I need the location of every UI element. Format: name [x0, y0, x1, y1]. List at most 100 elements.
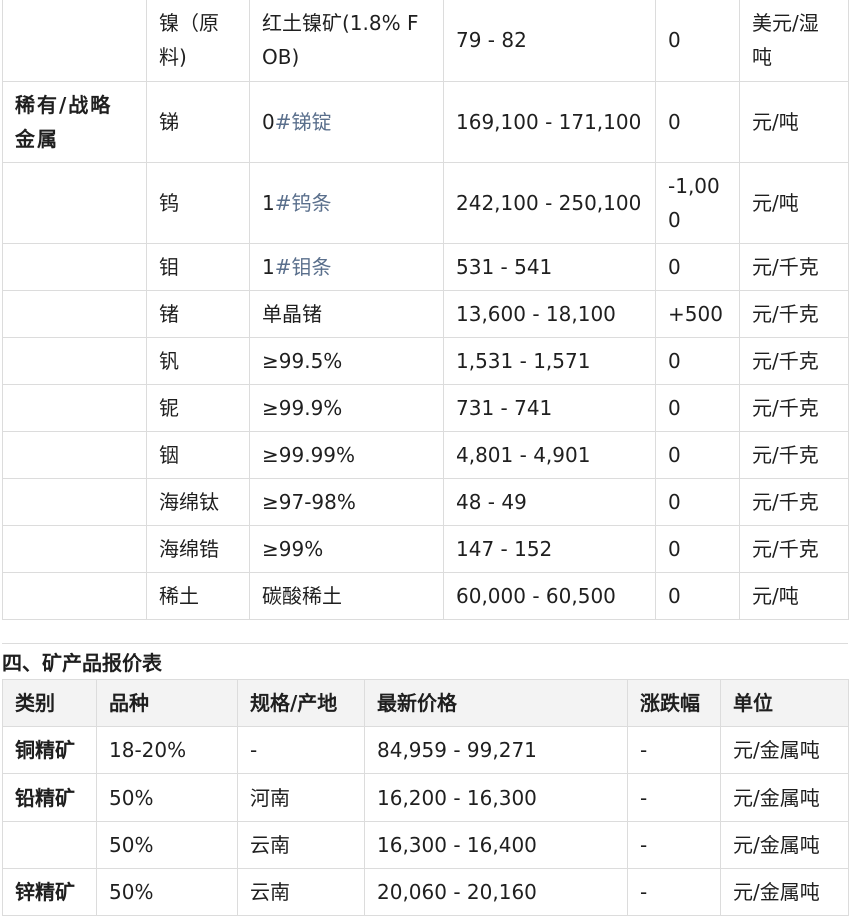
- change-cell: 0: [655, 81, 740, 163]
- grade-cell: 18-20%: [96, 726, 238, 774]
- spec-cell: 碳酸稀土: [249, 572, 444, 620]
- price-cell: 16,300 - 16,400: [364, 821, 628, 869]
- unit-cell: 元/金属吨: [720, 821, 849, 869]
- spec-cell: 0#锑锭: [249, 81, 444, 163]
- price-cell: 4,801 - 4,901: [443, 431, 656, 479]
- category-cell: [2, 821, 97, 869]
- grade-cell: 50%: [96, 868, 238, 916]
- unit-cell: 元/金属吨: [720, 868, 849, 916]
- unit-cell: 元/千克: [739, 290, 849, 338]
- category-cell: 铅精矿: [2, 773, 97, 822]
- metals-price-table: 镍（原料) 红土镍矿(1.8% FOB) 79 - 82 0 美元/湿吨 稀有/…: [2, 0, 849, 620]
- price-cell: 16,200 - 16,300: [364, 773, 628, 822]
- change-cell: 0: [655, 384, 740, 432]
- table-row: 铟 ≥99.99% 4,801 - 4,901 0 元/千克: [2, 431, 849, 479]
- unit-cell: 元/千克: [739, 431, 849, 479]
- spec-cell: ≥99.99%: [249, 431, 444, 479]
- price-cell: 20,060 - 20,160: [364, 868, 628, 916]
- category-cell: [2, 384, 147, 432]
- column-header: 涨跌幅: [627, 679, 721, 727]
- spec-cell: ≥99.5%: [249, 337, 444, 385]
- column-header: 最新价格: [364, 679, 628, 727]
- spec-link[interactable]: #钼条: [275, 255, 332, 279]
- change-cell: -: [627, 773, 721, 822]
- category-cell: [2, 478, 147, 526]
- category-cell: 铜精矿: [2, 726, 97, 774]
- spec-prefix: 0: [262, 110, 275, 134]
- table-row: 铜精矿 18-20% - 84,959 - 99,271 - 元/金属吨: [2, 726, 849, 774]
- metal-name-cell: 铌: [146, 384, 250, 432]
- table-row: 海绵钛 ≥97-98% 48 - 49 0 元/千克: [2, 478, 849, 526]
- unit-cell: 元/吨: [739, 572, 849, 620]
- spec-cell: 红土镍矿(1.8% FOB): [249, 0, 444, 82]
- metal-name-cell: 钨: [146, 162, 250, 244]
- spec-link[interactable]: #钨条: [275, 191, 332, 215]
- table-row: 锌精矿 50% 云南 20,060 - 20,160 - 元/金属吨: [2, 868, 849, 916]
- spec-cell: 1#钨条: [249, 162, 444, 244]
- column-header: 类别: [2, 679, 97, 727]
- table-row: 稀土 碳酸稀土 60,000 - 60,500 0 元/吨: [2, 572, 849, 620]
- grade-cell: 50%: [96, 821, 238, 869]
- spec-link[interactable]: #锑锭: [275, 110, 332, 134]
- metal-name-cell: 锑: [146, 81, 250, 163]
- origin-cell: 河南: [237, 773, 365, 822]
- spec-prefix: 1: [262, 191, 275, 215]
- table-row: 钼 1#钼条 531 - 541 0 元/千克: [2, 243, 849, 291]
- price-cell: 242,100 - 250,100: [443, 162, 656, 244]
- change-cell: -: [627, 868, 721, 916]
- change-cell: 0: [655, 525, 740, 573]
- change-cell: -: [627, 726, 721, 774]
- category-cell: 锌精矿: [2, 868, 97, 916]
- ore-price-table: 类别 品种 规格/产地 最新价格 涨跌幅 单位 铜精矿 18-20% - 84,…: [2, 679, 849, 916]
- price-cell: 60,000 - 60,500: [443, 572, 656, 620]
- price-cell: 84,959 - 99,271: [364, 726, 628, 774]
- price-cell: 13,600 - 18,100: [443, 290, 656, 338]
- table-row: 铌 ≥99.9% 731 - 741 0 元/千克: [2, 384, 849, 432]
- origin-cell: 云南: [237, 868, 365, 916]
- table-row: 稀有/战略金属 锑 0#锑锭 169,100 - 171,100 0 元/吨: [2, 81, 849, 163]
- category-cell: 稀有/战略金属: [2, 81, 147, 163]
- category-cell: [2, 162, 147, 244]
- price-cell: 731 - 741: [443, 384, 656, 432]
- column-header: 品种: [96, 679, 238, 727]
- origin-cell: -: [237, 726, 365, 774]
- unit-cell: 元/千克: [739, 478, 849, 526]
- table-header-row: 类别 品种 规格/产地 最新价格 涨跌幅 单位: [2, 679, 849, 727]
- price-cell: 1,531 - 1,571: [443, 337, 656, 385]
- table-row: 海绵锆 ≥99% 147 - 152 0 元/千克: [2, 525, 849, 573]
- category-cell: [2, 431, 147, 479]
- change-cell: 0: [655, 431, 740, 479]
- category-cell: [2, 572, 147, 620]
- category-cell: [2, 337, 147, 385]
- metal-name-cell: 稀土: [146, 572, 250, 620]
- spec-cell: 1#钼条: [249, 243, 444, 291]
- change-cell: 0: [655, 0, 740, 82]
- grade-cell: 50%: [96, 773, 238, 822]
- metal-name-cell: 铟: [146, 431, 250, 479]
- table-row: 镍（原料) 红土镍矿(1.8% FOB) 79 - 82 0 美元/湿吨: [2, 0, 849, 82]
- change-cell: +500: [655, 290, 740, 338]
- category-cell: [2, 525, 147, 573]
- spec-cell: 单晶锗: [249, 290, 444, 338]
- change-cell: 0: [655, 337, 740, 385]
- change-cell: 0: [655, 572, 740, 620]
- table-row: 铅精矿 50% 河南 16,200 - 16,300 - 元/金属吨: [2, 773, 849, 822]
- price-cell: 169,100 - 171,100: [443, 81, 656, 163]
- metal-name-cell: 海绵钛: [146, 478, 250, 526]
- spec-cell: ≥99%: [249, 525, 444, 573]
- price-cell: 48 - 49: [443, 478, 656, 526]
- unit-cell: 美元/湿吨: [739, 0, 849, 82]
- section-heading: 四、矿产品报价表: [2, 643, 848, 680]
- category-cell: [2, 0, 147, 82]
- spec-prefix: 1: [262, 255, 275, 279]
- unit-cell: 元/吨: [739, 162, 849, 244]
- unit-cell: 元/金属吨: [720, 773, 849, 822]
- unit-cell: 元/千克: [739, 525, 849, 573]
- table-row: 50% 云南 16,300 - 16,400 - 元/金属吨: [2, 821, 849, 869]
- origin-cell: 云南: [237, 821, 365, 869]
- spec-cell: ≥99.9%: [249, 384, 444, 432]
- category-cell: [2, 290, 147, 338]
- category-cell: [2, 243, 147, 291]
- table-row: 钨 1#钨条 242,100 - 250,100 -1,000 元/吨: [2, 162, 849, 244]
- change-cell: -1,000: [655, 162, 740, 244]
